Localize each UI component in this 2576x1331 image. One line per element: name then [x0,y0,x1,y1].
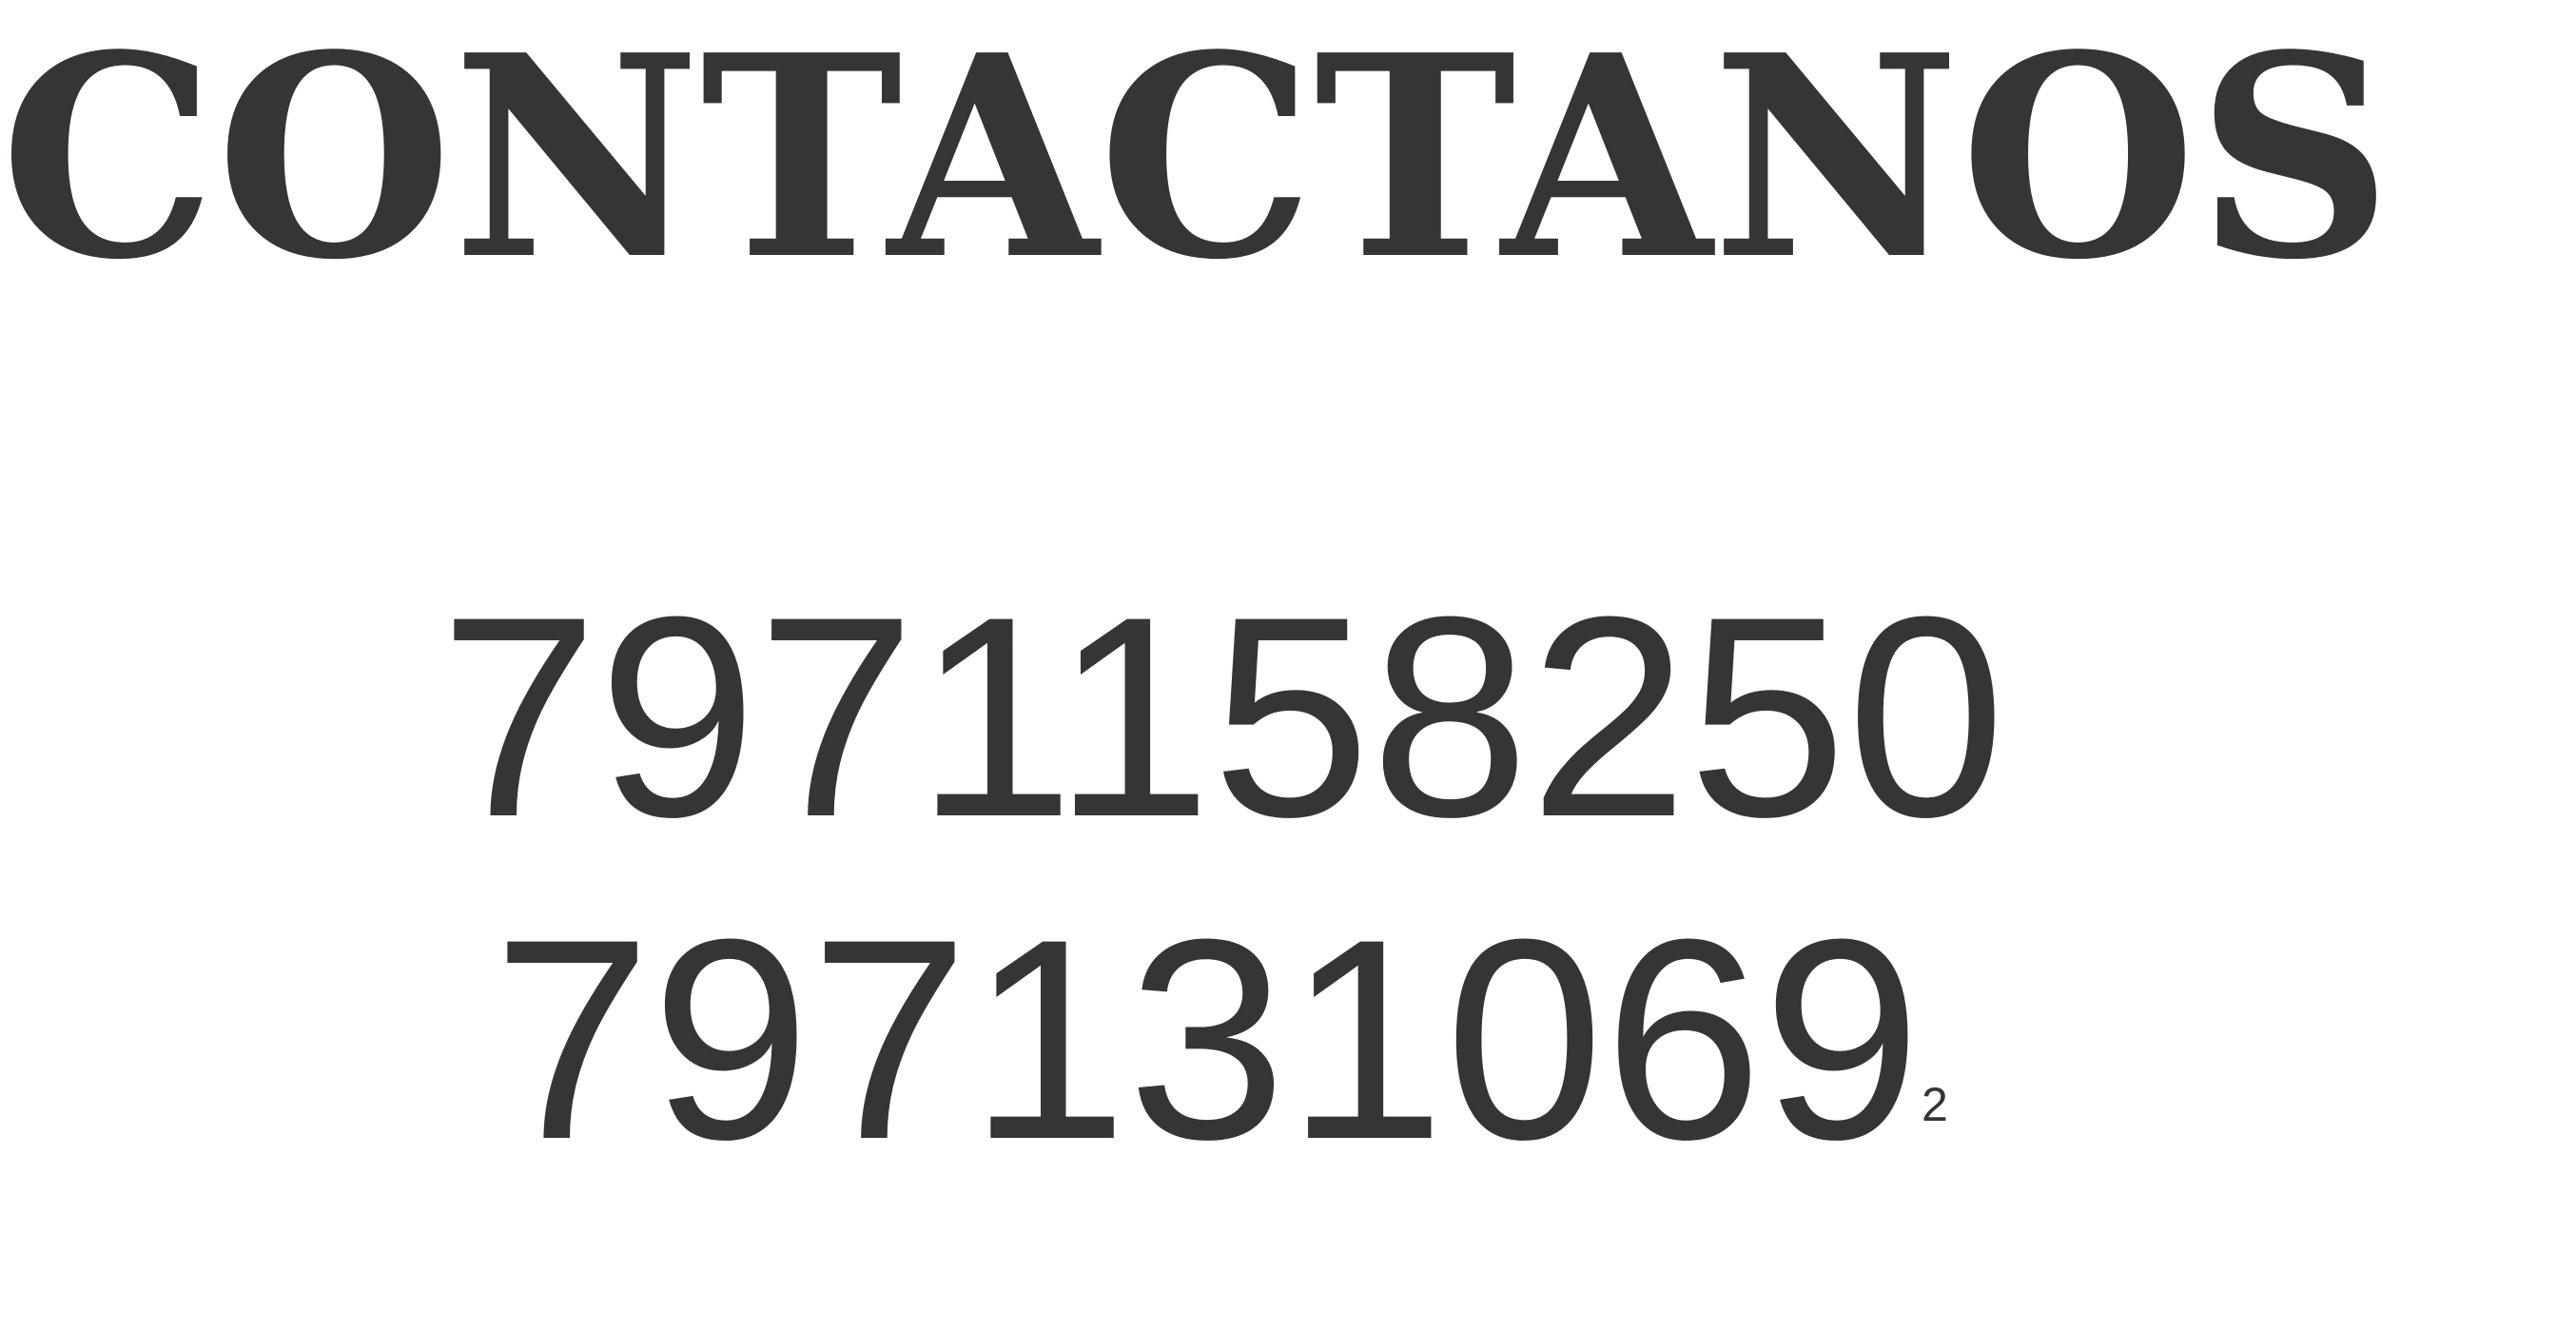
phone-number-1: 7971158250 [439,557,2006,876]
phone-number-2: 797131069 [493,879,1922,1199]
page-title: CONTACTANOS [0,10,2397,295]
page-title-svg: CONTACTANOS [0,10,2392,295]
page-title-text: CONTACTANOS [0,10,2392,295]
page-marker: 2 [1922,1078,1948,1131]
